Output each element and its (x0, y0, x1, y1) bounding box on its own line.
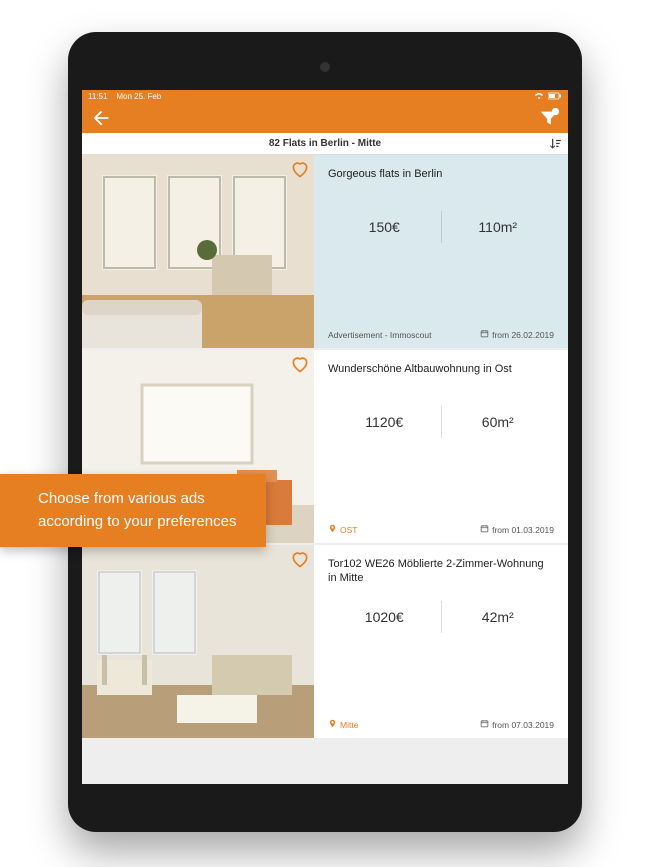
calendar-icon (480, 719, 489, 730)
listing-date: from 01.03.2019 (480, 524, 554, 535)
listing-title: Tor102 WE26 Möblierte 2-Zimmer-Wohnung i… (328, 557, 554, 587)
status-date: Mon 25. Feb (116, 92, 161, 101)
listing-price: 1120€ (328, 406, 441, 438)
battery-icon (548, 92, 562, 102)
listing-image (82, 545, 314, 738)
listing-card[interactable]: Gorgeous flats in Berlin 150€ 110m² Adve… (82, 155, 568, 348)
listing-price: 150€ (328, 211, 441, 243)
pin-icon (328, 524, 337, 535)
listing-date: from 26.02.2019 (480, 329, 554, 340)
callout-line: according to your preferences (38, 511, 236, 534)
favorite-button[interactable] (290, 549, 310, 574)
listing-details: Gorgeous flats in Berlin 150€ 110m² Adve… (314, 155, 568, 348)
calendar-icon (480, 329, 489, 340)
listing-title: Gorgeous flats in Berlin (328, 167, 554, 197)
ad-label: Advertisement - Immoscout (328, 330, 431, 340)
listing-title: Wunderschöne Altbauwohnung in Ost (328, 362, 554, 392)
wifi-icon (534, 92, 544, 102)
listing-card[interactable]: Tor102 WE26 Möblierte 2-Zimmer-Wohnung i… (82, 545, 568, 738)
listing-details: Tor102 WE26 Möblierte 2-Zimmer-Wohnung i… (314, 545, 568, 738)
listing-location: OST (328, 524, 357, 535)
results-title: 82 Flats in Berlin - Mitte (82, 138, 568, 149)
back-button[interactable] (90, 107, 112, 129)
feature-callout: Choose from various ads according to you… (0, 474, 266, 547)
callout-line: Choose from various ads (38, 488, 236, 511)
tablet-frame: 11:51 Mon 25. Feb (68, 32, 582, 832)
listing-price: 1020€ (328, 601, 441, 633)
filter-button[interactable] (538, 107, 560, 129)
screen: 11:51 Mon 25. Feb (82, 90, 568, 784)
pin-icon (328, 719, 337, 730)
listing-area: 60m² (441, 406, 555, 438)
listing-location: Mitte (328, 719, 358, 730)
status-time: 11:51 (88, 92, 107, 101)
listing-details: Wunderschöne Altbauwohnung in Ost 1120€ … (314, 350, 568, 543)
listing-area: 42m² (441, 601, 555, 633)
listing-date: from 07.03.2019 (480, 719, 554, 730)
favorite-button[interactable] (290, 354, 310, 379)
status-bar: 11:51 Mon 25. Feb (82, 90, 568, 103)
listing-area: 110m² (441, 211, 555, 243)
listing-list[interactable]: Gorgeous flats in Berlin 150€ 110m² Adve… (82, 155, 568, 784)
nav-bar (82, 103, 568, 133)
calendar-icon (480, 524, 489, 535)
listing-image (82, 155, 314, 348)
results-header: 82 Flats in Berlin - Mitte (82, 133, 568, 155)
favorite-button[interactable] (290, 159, 310, 184)
sort-button[interactable] (548, 133, 562, 155)
